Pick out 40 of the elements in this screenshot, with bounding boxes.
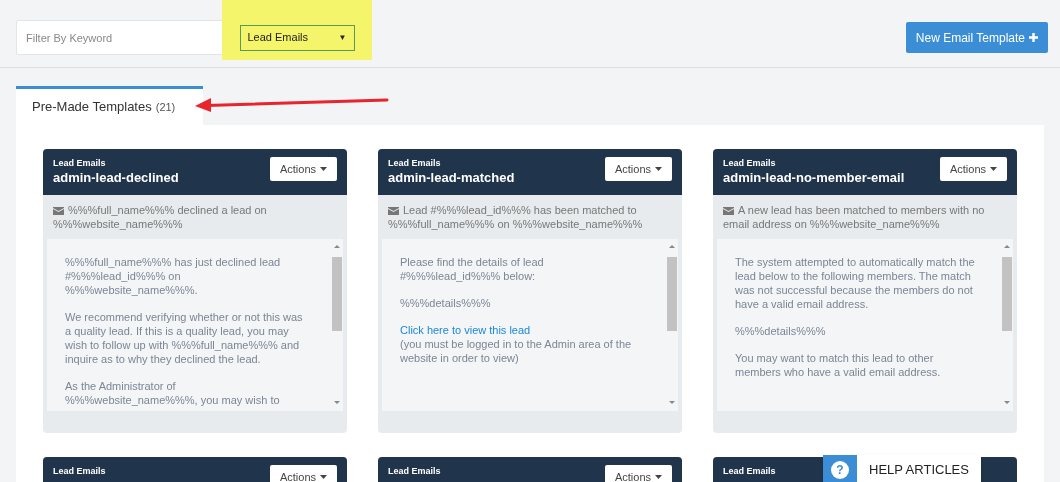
actions-button[interactable]: Actions: [269, 465, 337, 482]
card-category: Lead Emails: [388, 465, 441, 477]
caret-icon: [655, 167, 662, 171]
card-category: Lead Emails: [723, 157, 777, 169]
body-paragraph: As the Administrator of %%%website_name%%%, you may wish to: [65, 379, 281, 407]
body-paragraph: %%%full_name%%% has just declined lead #%%%lead_id%%% on %%%website_name%%%.: [65, 255, 282, 297]
body-paragraph: We recommend verifying whether or not this was a quality lead. If this is a quality lead, you may wish to follow up with %%%full_name%%% and inquire as to why they declined the lead.: [65, 310, 304, 366]
templates-tab[interactable]: Pre-Made Templates (21): [16, 86, 203, 125]
body-paragraph: You may want to match this lead to other members who have a valid email address.: [735, 351, 942, 379]
actions-button[interactable]: Actions: [939, 157, 1007, 181]
caret-icon: [655, 475, 662, 479]
body-paragraph: (you must be logged in to the Admin area of the website in order to view): [400, 337, 633, 365]
help-articles-button[interactable]: ? HELP ARTICLES: [823, 455, 981, 482]
body-paragraph: %%%details%%%: [735, 324, 827, 338]
email-subject: Lead #%%%lead_id%%% has been matched to %%%full_name%%% on %%%website_name%%%: [388, 203, 644, 231]
caret-icon: [320, 167, 327, 171]
help-icon: ?: [831, 461, 849, 479]
card-title: admin-lead-matched: [388, 169, 515, 187]
caret-icon: [990, 167, 997, 171]
email-subject: %%%full_name%%% declined a lead on %%%website_name%%%: [53, 203, 268, 231]
actions-button[interactable]: Actions: [269, 157, 337, 181]
body-paragraph: Please find the details of lead #%%%lead_id%%% below:: [400, 255, 545, 283]
category-select[interactable]: Lead Emails ▼: [239, 24, 355, 51]
body-paragraph: %%%details%%%: [400, 296, 492, 310]
email-subject: A new lead has been matched to members with no email address on %%%website_name%%%: [723, 203, 986, 231]
actions-button[interactable]: Actions: [604, 157, 672, 181]
envelope-icon: [388, 207, 399, 215]
view-lead-link[interactable]: Click here to view this lead: [400, 323, 640, 337]
card-title: admin-lead-declined: [53, 169, 179, 187]
card-category: Lead Emails: [53, 465, 106, 477]
card-title: admin-lead-no-member-email: [723, 169, 905, 187]
envelope-icon: [723, 207, 734, 215]
body-paragraph: The system attempted to automatically match the lead below to the following members. The match was not successful because the members do not have a valid email address.: [735, 255, 975, 311]
caret-icon: [320, 475, 327, 479]
card-category: Lead Emails: [723, 465, 776, 477]
actions-button[interactable]: Actions: [604, 465, 672, 482]
plus-icon: [1029, 33, 1038, 42]
envelope-icon: [53, 207, 64, 215]
card-category: Lead Emails: [388, 157, 442, 169]
card-category: Lead Emails: [53, 157, 107, 169]
